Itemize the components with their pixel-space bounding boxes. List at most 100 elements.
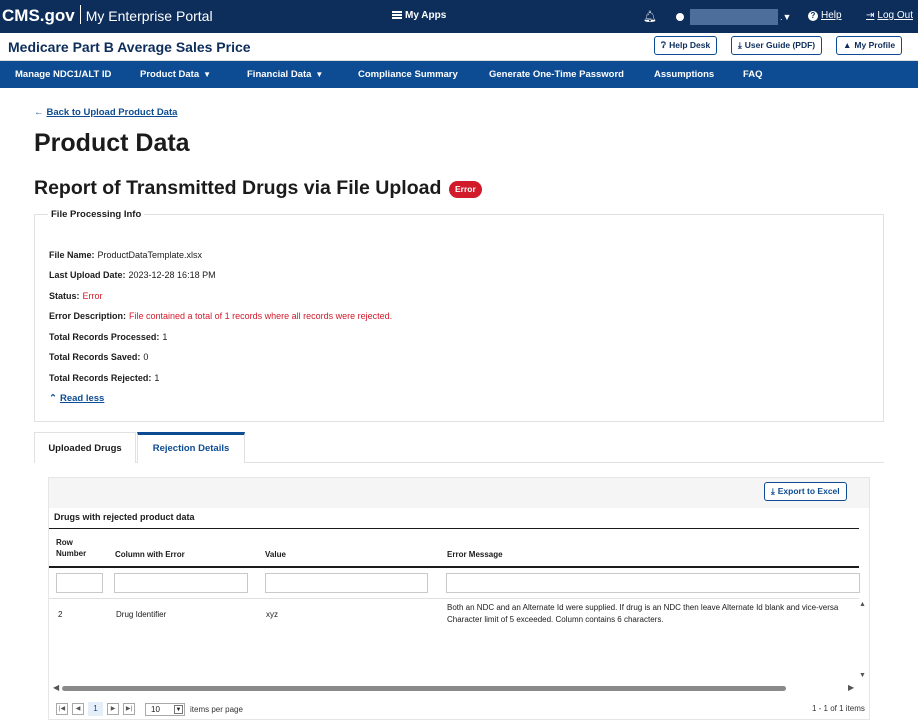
nav-item-financial-data[interactable]: Financial Data ▼ <box>247 69 323 80</box>
chevron-down-icon: ▼ <box>203 70 212 79</box>
logout-link[interactable]: ⇥ Log Out <box>866 10 913 21</box>
export-to-excel-button[interactable]: ⤓ Export to Excel <box>764 482 847 501</box>
scroll-left-arrow-icon[interactable]: ◀ <box>53 683 59 692</box>
next-page-icon[interactable]: ▶ <box>107 703 119 715</box>
filter-value-input[interactable] <box>265 573 428 593</box>
brand-divider <box>79 5 81 24</box>
column-header-value[interactable]: Value <box>265 549 286 560</box>
question-circle-icon: ❔︎ <box>661 40 667 50</box>
file-processing-legend: File Processing Info <box>48 209 145 220</box>
first-page-icon[interactable]: |◀ <box>56 703 68 715</box>
my-profile-button[interactable]: ▲ My Profile <box>836 36 903 55</box>
cell-error-message: Both an NDC and an Alternate Id were sup… <box>447 602 859 626</box>
scroll-right-arrow-icon[interactable]: ▶ <box>848 683 854 692</box>
filter-divider <box>49 598 859 599</box>
app-header: Medicare Part B Average Sales Price ❔︎ He… <box>0 33 918 61</box>
status-badge: Error <box>449 181 482 198</box>
horizontal-scrollbar[interactable] <box>62 686 786 691</box>
items-per-page-label: items per page <box>190 704 243 714</box>
last-page-icon[interactable]: ▶| <box>123 703 135 715</box>
nav-item-faq[interactable]: FAQ <box>743 69 763 80</box>
read-less-label: Read less <box>59 393 105 404</box>
nav-item-generate-otp[interactable]: Generate One-Time Password <box>489 69 624 80</box>
report-title: Report of Transmitted Drugs via File Upl… <box>34 177 442 199</box>
logout-icon: ⇥ <box>866 10 875 21</box>
cms-logo[interactable]: CMS.gov My Enterprise Portal <box>2 5 213 26</box>
my-apps-button[interactable]: My Apps <box>392 10 446 21</box>
chevron-down-icon: ▼ <box>315 70 324 79</box>
scroll-down-arrow-icon[interactable]: ▼ <box>859 672 866 679</box>
page-number-button[interactable]: 1 <box>88 702 103 716</box>
info-value: Error <box>82 291 103 301</box>
column-header-column-with-error[interactable]: Column with Error <box>115 549 185 560</box>
nav-item-manage-ndc[interactable]: Manage NDC1/ALT ID <box>15 69 111 80</box>
help-desk-label: Help Desk <box>669 40 711 50</box>
help-label: Help <box>821 10 842 21</box>
nav-item-assumptions[interactable]: Assumptions <box>654 69 714 80</box>
column-header-error-message[interactable]: Error Message <box>447 549 503 560</box>
nav-label: Financial Data <box>247 69 312 80</box>
info-label: Total Records Saved: <box>49 352 141 362</box>
header-divider <box>49 566 859 568</box>
grid-title: Drugs with rejected product data <box>54 512 195 522</box>
chevron-down-icon: .▼ <box>780 12 792 22</box>
export-label: Export to Excel <box>777 486 840 496</box>
grid-title-divider <box>49 528 859 529</box>
cell-column-with-error: Drug Identifier <box>116 610 167 619</box>
chevron-up-icon: ⌃ <box>49 393 57 404</box>
download-icon: ⤓ <box>771 486 775 496</box>
person-icon: ▲ <box>843 40 852 50</box>
nav-label: Generate One-Time Password <box>489 69 624 80</box>
info-value: 1 <box>162 332 168 342</box>
nav-item-compliance-summary[interactable]: Compliance Summary <box>358 69 458 80</box>
column-header-row-number[interactable]: Row Number <box>56 537 86 559</box>
portal-name: My Enterprise Portal <box>85 8 213 24</box>
back-link-label: Back to Upload Product Data <box>46 107 178 118</box>
user-menu[interactable]: .▼ <box>676 9 791 25</box>
info-label: Last Upload Date: <box>49 270 126 280</box>
redacted-username <box>690 9 778 25</box>
column-header-line: Number <box>56 549 87 558</box>
help-desk-button[interactable]: ❔︎ Help Desk <box>654 36 718 55</box>
info-total-saved: Total Records Saved: 0 <box>49 352 148 362</box>
bell-icon[interactable]: 🔔︎ <box>643 10 657 23</box>
logout-label: Log Out <box>877 10 913 21</box>
cell-row-number: 2 <box>58 610 63 619</box>
page-size-select[interactable]: 10 ▼ <box>145 702 185 716</box>
my-profile-label: My Profile <box>854 40 896 50</box>
filter-error-message-input[interactable] <box>446 573 860 593</box>
column-header-line: Row <box>56 538 73 547</box>
tab-rejection-details[interactable]: Rejection Details <box>137 432 245 463</box>
nav-label: Product Data <box>140 69 200 80</box>
info-value: 2023-12-28 16:18 PM <box>128 270 216 280</box>
info-total-processed: Total Records Processed: 1 <box>49 332 167 342</box>
tab-uploaded-drugs[interactable]: Uploaded Drugs <box>34 432 136 463</box>
question-icon: ? <box>808 11 818 21</box>
info-value: 0 <box>143 352 149 362</box>
user-guide-label: User Guide (PDF) <box>744 40 816 50</box>
download-icon: ⤓ <box>738 40 742 50</box>
scroll-up-arrow-icon[interactable]: ▲ <box>859 601 866 608</box>
nav-item-product-data[interactable]: Product Data ▼ <box>140 69 211 80</box>
pager-info: 1 - 1 of 1 items <box>812 704 865 713</box>
previous-page-icon[interactable]: ◀ <box>72 703 84 715</box>
info-value: 1 <box>154 373 160 383</box>
info-label: Total Records Rejected: <box>49 373 152 383</box>
user-guide-button[interactable]: ⤓ User Guide (PDF) <box>731 36 823 55</box>
back-link[interactable]: ← Back to Upload Product Data <box>34 107 177 118</box>
page-title: Product Data <box>34 129 190 157</box>
arrow-left-icon: ← <box>34 107 44 118</box>
info-error-description: Error Description: File contained a total… <box>49 311 392 321</box>
info-label: File Name: <box>49 250 95 260</box>
filter-column-input[interactable] <box>114 573 248 593</box>
help-link[interactable]: ? Help <box>808 10 842 21</box>
main-nav: Manage NDC1/ALT ID Product Data ▼ Financi… <box>0 61 918 88</box>
info-label: Status: <box>49 291 80 301</box>
page-size-value: 10 <box>151 704 160 714</box>
pager: |◀ ◀ 1 ▶ ▶| 10 ▼ items per page <box>56 702 243 716</box>
read-less-link[interactable]: ⌃ Read less <box>49 393 104 404</box>
filter-row-number-input[interactable] <box>56 573 103 593</box>
nav-label: Manage NDC1/ALT ID <box>15 69 112 80</box>
info-label: Total Records Processed: <box>49 332 160 342</box>
app-title: Medicare Part B Average Sales Price <box>8 39 251 55</box>
